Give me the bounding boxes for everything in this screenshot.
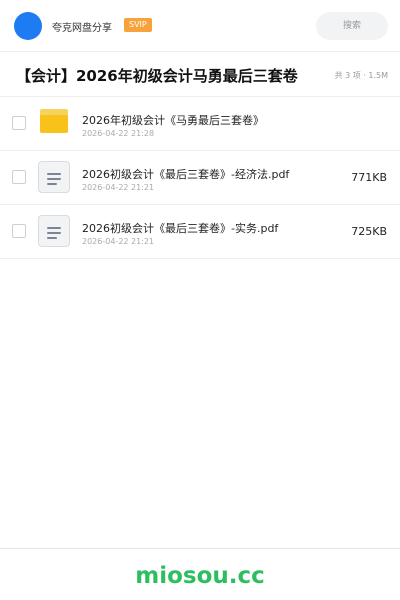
file-date: 2026-04-22 21:21	[82, 237, 155, 246]
top-header: 夸克网盘分享 SVIP 搜索	[0, 0, 400, 52]
brand-name: 夸克网盘分享	[52, 23, 112, 34]
file-row[interactable]: 2026年初级会计《马勇最后三套卷》 2026-04-22 21:28	[0, 97, 400, 151]
footer: miosou.cc	[0, 548, 400, 600]
file-row[interactable]: 2026初级会计《最后三套卷》-经济法.pdf 2026-04-22 21:21…	[0, 151, 400, 205]
row-checkbox[interactable]	[12, 170, 26, 184]
file-size: 725KB	[351, 225, 387, 238]
share-title-bar: 【会计】2026年初级会计马勇最后三套卷 共 3 项 · 1.5M	[0, 53, 400, 97]
svip-badge[interactable]: SVIP	[124, 18, 152, 32]
file-size: 771KB	[351, 171, 387, 184]
search-input[interactable]: 搜索	[316, 12, 388, 40]
document-icon	[38, 161, 70, 193]
item-count-size: 共 3 项 · 1.5M	[334, 71, 388, 80]
file-name[interactable]: 2026年初级会计《马勇最后三套卷》	[82, 112, 264, 128]
file-name[interactable]: 2026初级会计《最后三套卷》-实务.pdf	[82, 220, 278, 236]
file-date: 2026-04-22 21:28	[82, 129, 155, 138]
file-name[interactable]: 2026初级会计《最后三套卷》-经济法.pdf	[82, 166, 289, 182]
file-list: 2026年初级会计《马勇最后三套卷》 2026-04-22 21:28 2026…	[0, 97, 400, 259]
folder-icon	[40, 109, 68, 133]
row-checkbox[interactable]	[12, 116, 26, 130]
file-row[interactable]: 2026初级会计《最后三套卷》-实务.pdf 2026-04-22 21:21 …	[0, 205, 400, 259]
row-checkbox[interactable]	[12, 224, 26, 238]
page-title: 【会计】2026年初级会计马勇最后三套卷	[16, 67, 298, 85]
avatar[interactable]	[14, 12, 42, 40]
watermark-text[interactable]: miosou.cc	[135, 563, 265, 589]
file-date: 2026-04-22 21:21	[82, 183, 155, 192]
document-icon	[38, 215, 70, 247]
